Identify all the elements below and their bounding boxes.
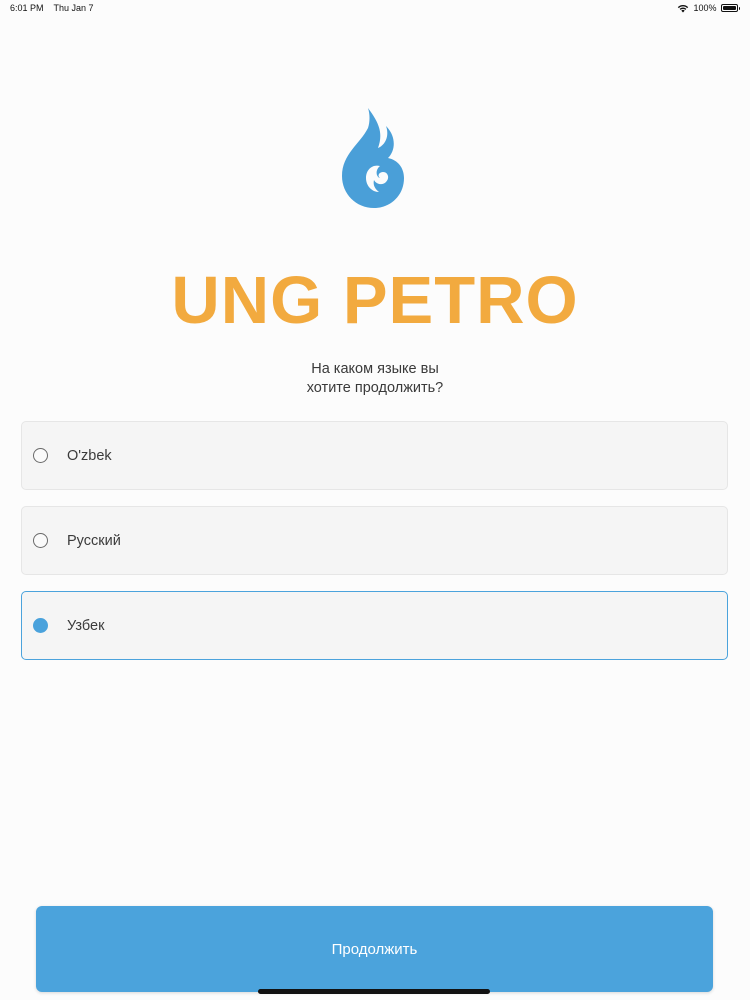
wifi-icon [677,4,689,13]
language-option-label: Узбек [67,617,105,634]
home-indicator[interactable] [258,989,490,994]
status-time: 6:01 PM [10,3,44,13]
language-option-uzbek-cyrillic[interactable]: Узбек [21,591,728,660]
flame-logo-icon [336,104,412,210]
language-option-label: O'zbek [67,447,112,464]
radio-button[interactable] [33,533,48,548]
language-prompt: На каком языке вы хотите продолжить? [0,360,750,398]
battery-percent: 100% [693,3,717,13]
language-select-screen: 6:01 PM Thu Jan 7 100% UNG PETRO На како… [0,0,750,1000]
battery-icon [720,4,740,12]
status-date: Thu Jan 7 [53,3,94,13]
radio-button[interactable] [33,448,48,463]
language-option-label: Русский [67,532,121,549]
continue-button[interactable]: Продолжить [36,906,713,992]
prompt-line-1: На каком языке вы [311,361,439,377]
prompt-line-2: хотите продолжить? [306,380,444,396]
language-option-russian[interactable]: Русский [21,506,728,575]
status-bar: 6:01 PM Thu Jan 7 100% [0,0,750,16]
language-option-ozbek[interactable]: O'zbek [21,421,728,490]
radio-button-selected[interactable] [33,618,48,633]
brand-name: UNG PETRO [171,263,579,338]
